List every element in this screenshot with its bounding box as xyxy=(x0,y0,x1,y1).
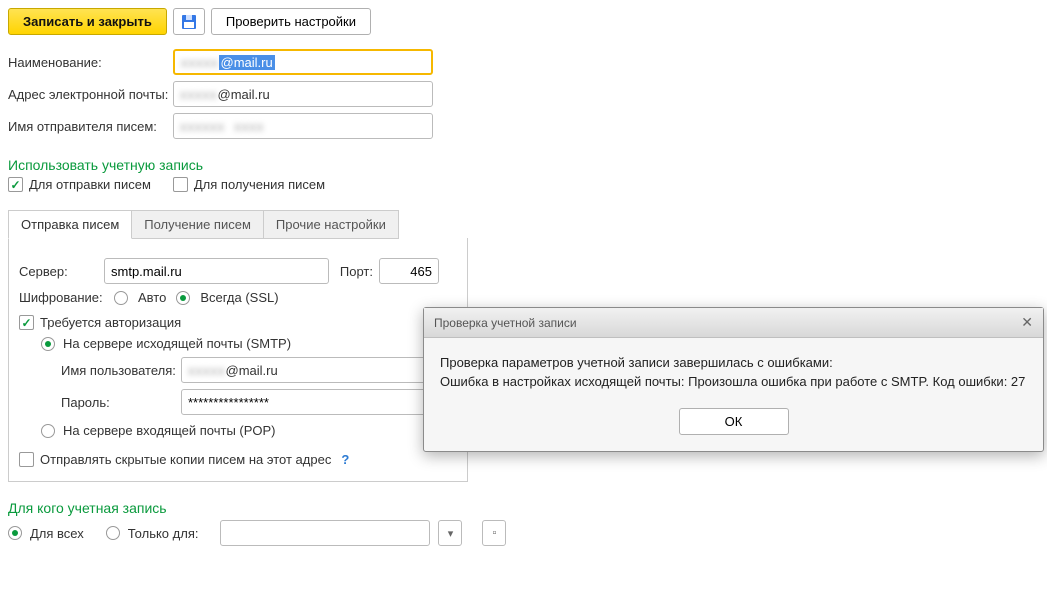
tab-other[interactable]: Прочие настройки xyxy=(264,210,399,239)
name-masked-part: xxxxx xyxy=(181,55,219,70)
error-dialog: Проверка учетной записи ✕ Проверка парам… xyxy=(423,307,1044,452)
auth-smtp-label: На сервере исходящей почты (SMTP) xyxy=(63,336,291,351)
open-list-icon: ▫ xyxy=(493,527,497,539)
encryption-ssl-label: Всегда (SSL) xyxy=(200,290,278,305)
tab-send[interactable]: Отправка писем xyxy=(8,210,132,239)
for-receiving-label: Для получения писем xyxy=(194,177,325,192)
floppy-icon xyxy=(181,14,197,30)
check-settings-button[interactable]: Проверить настройки xyxy=(211,8,371,35)
login-label: Имя пользователя: xyxy=(61,363,181,378)
login-value: @mail.ru xyxy=(226,363,278,378)
chevron-down-icon: ▾ xyxy=(448,527,454,540)
auth-required-label: Требуется авторизация xyxy=(40,315,181,330)
server-input[interactable] xyxy=(104,258,329,284)
use-account-title: Использовать учетную запись xyxy=(8,157,1039,173)
name-label: Наименование: xyxy=(8,55,173,70)
auth-pop-label: На сервере входящей почты (POP) xyxy=(63,423,276,438)
help-icon[interactable]: ? xyxy=(341,452,349,467)
for-sending-checkbox[interactable] xyxy=(8,177,23,192)
email-value: @mail.ru xyxy=(218,87,270,102)
save-icon-button[interactable] xyxy=(173,8,205,35)
only-for-input[interactable] xyxy=(220,520,430,546)
bcc-self-checkbox[interactable] xyxy=(19,452,34,467)
tab-bar: Отправка писем Получение писем Прочие на… xyxy=(8,210,1039,239)
only-for-dropdown-button[interactable]: ▾ xyxy=(438,520,462,546)
dialog-text-line2: Ошибка в настройках исходящей почты: Про… xyxy=(440,373,1027,392)
auth-smtp-radio[interactable] xyxy=(41,337,55,351)
dialog-text-line1: Проверка параметров учетной записи завер… xyxy=(440,354,1027,373)
email-masked-part: xxxxx xyxy=(180,87,218,102)
port-input[interactable] xyxy=(379,258,439,284)
email-field[interactable]: xxxxx @mail.ru xyxy=(173,81,433,107)
sender-masked-part: xxxxxx xxxx xyxy=(180,119,264,134)
for-receiving-checkbox[interactable] xyxy=(173,177,188,192)
encryption-auto-radio[interactable] xyxy=(114,291,128,305)
auth-pop-radio[interactable] xyxy=(41,424,55,438)
for-whom-title: Для кого учетная запись xyxy=(8,500,1039,516)
bcc-self-label: Отправлять скрытые копии писем на этот а… xyxy=(40,452,331,467)
only-for-radio[interactable] xyxy=(106,526,120,540)
login-masked-part: xxxxx xyxy=(188,363,226,378)
only-for-label: Только для: xyxy=(128,526,199,541)
login-input[interactable]: xxxxx @mail.ru xyxy=(181,357,431,383)
email-label: Адрес электронной почты: xyxy=(8,87,173,102)
encryption-label: Шифрование: xyxy=(19,290,104,305)
sender-label: Имя отправителя писем: xyxy=(8,119,173,134)
tab-receive[interactable]: Получение писем xyxy=(132,210,264,239)
for-sending-label: Для отправки писем xyxy=(29,177,151,192)
name-value-selected: @mail.ru xyxy=(219,55,275,70)
password-label: Пароль: xyxy=(61,395,181,410)
toolbar: Записать и закрыть Проверить настройки xyxy=(8,8,1039,35)
dialog-title: Проверка учетной записи xyxy=(434,316,577,330)
dialog-ok-button[interactable]: ОК xyxy=(679,408,789,435)
sender-field[interactable]: xxxxxx xxxx xyxy=(173,113,433,139)
tab-panel-send: Сервер: Порт: Шифрование: Авто Всегда (S… xyxy=(8,238,468,482)
encryption-ssl-radio[interactable] xyxy=(176,291,190,305)
server-label: Сервер: xyxy=(19,264,104,279)
for-all-label: Для всех xyxy=(30,526,84,541)
password-input[interactable] xyxy=(181,389,431,415)
name-field[interactable]: xxxxx @mail.ru xyxy=(173,49,433,75)
save-and-close-button[interactable]: Записать и закрыть xyxy=(8,8,167,35)
port-label: Порт: xyxy=(329,264,379,279)
encryption-auto-label: Авто xyxy=(138,290,166,305)
close-icon: ✕ xyxy=(1021,314,1033,330)
auth-required-checkbox[interactable] xyxy=(19,315,34,330)
only-for-open-button[interactable]: ▫ xyxy=(482,520,506,546)
for-all-radio[interactable] xyxy=(8,526,22,540)
dialog-close-button[interactable]: ✕ xyxy=(1021,314,1033,331)
